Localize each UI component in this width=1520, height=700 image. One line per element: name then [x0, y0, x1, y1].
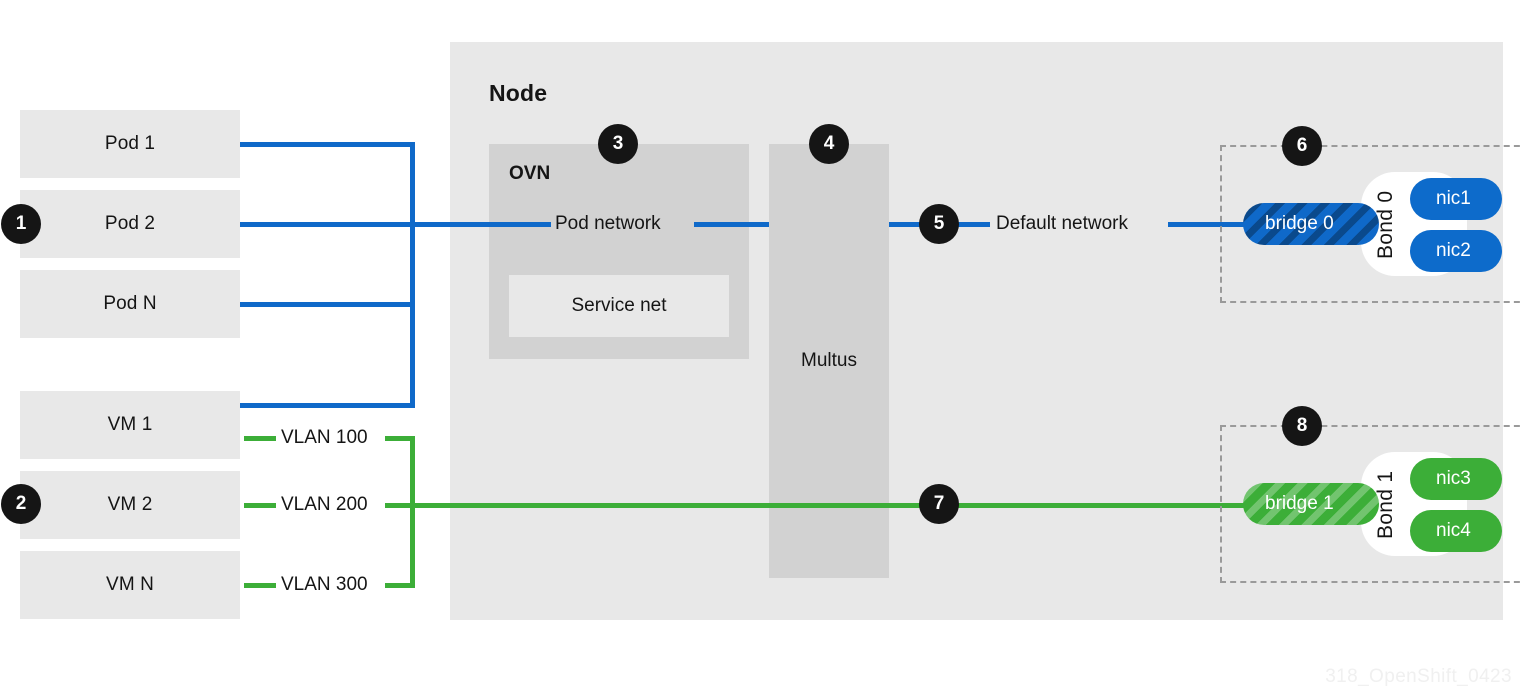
watermark: 318_OpenShift_0423 — [1325, 666, 1512, 687]
wire-vm1-blue-stub — [240, 403, 415, 408]
wire-podnetwork-to-multus — [694, 222, 769, 227]
workload-box-pod-n: Pod N — [20, 270, 240, 338]
bond0-label: Bond 0 — [1374, 190, 1397, 260]
marker-8: 8 — [1282, 406, 1322, 446]
workload-box-vm-2: VM 2 — [20, 471, 240, 539]
wire-vlan100-left — [244, 436, 276, 441]
marker-2: 2 — [1, 484, 41, 524]
default-network-label: Default network — [992, 213, 1133, 235]
vlan-label-200: VLAN 200 — [278, 494, 371, 516]
wire-vlan200-trunk-right — [955, 503, 1245, 508]
node-title: Node — [489, 80, 548, 106]
wire-vlan300-left — [244, 583, 276, 588]
wire-podn-stub — [240, 302, 415, 307]
wire-pod1-stub — [240, 142, 415, 147]
bridge1-pill: bridge 1 — [1243, 483, 1379, 525]
workload-box-vm-1: VM 1 — [20, 391, 240, 459]
marker-3: 3 — [598, 124, 638, 164]
marker-1: 1 — [1, 204, 41, 244]
workload-box-vm-n: VM N — [20, 551, 240, 619]
marker-4: 4 — [809, 124, 849, 164]
ovn-label: OVN — [509, 163, 551, 184]
wire-marker5-to-label — [955, 222, 990, 227]
pod-network-label: Pod network — [551, 213, 665, 235]
marker-7: 7 — [919, 484, 959, 524]
workload-box-pod-1: Pod 1 — [20, 110, 240, 178]
wire-vlan200-trunk — [385, 503, 922, 508]
marker-6: 6 — [1282, 126, 1322, 166]
workload-box-pod-2: Pod 2 — [20, 190, 240, 258]
nic1-pill: nic1 — [1410, 178, 1502, 220]
service-net-box: Service net — [509, 275, 729, 337]
wire-vlan200-left — [244, 503, 276, 508]
wire-blue-vertical-bus — [410, 142, 415, 408]
nic2-pill: nic2 — [1410, 230, 1502, 272]
wire-green-vertical-bus — [410, 436, 415, 588]
bond1-label: Bond 1 — [1374, 470, 1397, 540]
bridge0-pill: bridge 0 — [1243, 203, 1379, 245]
vlan-label-100: VLAN 100 — [278, 427, 371, 449]
wire-pod2-trunk — [240, 222, 570, 227]
marker-5: 5 — [919, 204, 959, 244]
multus-label: Multus — [801, 350, 857, 371]
nic3-pill: nic3 — [1410, 458, 1502, 500]
network-diagram: Node OVN Service net Multus Pod 1 Pod 2 … — [0, 0, 1520, 700]
nic4-pill: nic4 — [1410, 510, 1502, 552]
vlan-label-300: VLAN 300 — [278, 574, 371, 596]
